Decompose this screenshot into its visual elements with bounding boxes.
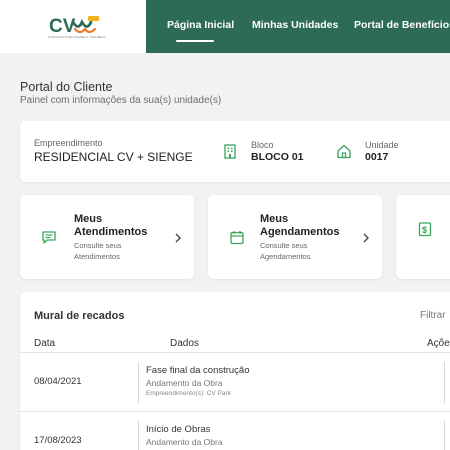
row-date: 08/04/2021 — [34, 376, 82, 387]
card-sub-line1: Consulte seus — [260, 241, 308, 250]
meus-agendamentos-card[interactable]: Meus Agendamentos Consulte seus Agendame… — [208, 195, 382, 279]
unit-info-card: Empreendimento RESIDENCIAL CV + SIENGE B… — [20, 121, 450, 182]
chevron-right-icon — [175, 233, 181, 243]
card-title-line2: Agendamentos — [260, 226, 340, 238]
row-divider — [138, 362, 139, 404]
meus-atendimentos-card[interactable]: Meus Atendimentos Consulte seus Atendime… — [20, 195, 194, 279]
nav-item-minhas-unidades[interactable]: Minhas Unidades — [252, 19, 338, 31]
row-subtitle: Andamento da Obra — [146, 378, 223, 388]
card-sub-line1: Consulte seus — [74, 241, 122, 250]
brand-tagline: CONSTRUTORA VERDE E AMARELO — [48, 35, 106, 39]
filter-button[interactable]: Filtrar — [420, 310, 446, 321]
header-divider — [20, 352, 450, 353]
svg-text:CV: CV — [49, 16, 76, 37]
home-icon — [337, 144, 351, 159]
chevron-right-icon — [363, 233, 369, 243]
chat-icon — [42, 231, 56, 244]
card-title-line1: Meus — [260, 213, 289, 225]
page-subtitle: Painel com informações da sua(s) unidade… — [20, 95, 222, 106]
main-nav: Página Inicial Minhas Unidades Portal de… — [146, 0, 450, 53]
card-title-line2: Atendimentos — [74, 226, 148, 238]
bloco-label: Bloco — [251, 140, 274, 150]
building-icon — [224, 144, 236, 159]
card-sub-line2: Atendimentos — [74, 252, 120, 261]
row-subtitle: Andamento da Obra — [146, 437, 223, 447]
mural-recados-card: Mural de recados Filtrar Data Dados Açõe… — [20, 292, 450, 450]
empreendimento-value: RESIDENCIAL CV + SIENGE — [34, 150, 193, 164]
mural-title: Mural de recados — [34, 310, 125, 322]
svg-text:$: $ — [422, 225, 427, 235]
logo[interactable]: CV CONSTRUTORA VERDE E AMARELO — [0, 0, 146, 53]
row-detail: Empreendimento(s): CV Park — [146, 390, 231, 397]
financial-card[interactable]: $ — [396, 195, 450, 279]
page-title: Portal do Cliente — [20, 80, 113, 94]
nav-active-indicator — [176, 40, 214, 42]
nav-item-portal-beneficios[interactable]: Portal de Benefícios — [354, 19, 450, 31]
row-actions[interactable] — [444, 362, 450, 404]
empreendimento-label: Empreendimento — [34, 138, 103, 148]
bloco-value: BLOCO 01 — [251, 151, 304, 163]
top-header: CV CONSTRUTORA VERDE E AMARELO Página In… — [0, 0, 450, 53]
unidade-value: 0017 — [365, 151, 389, 163]
nav-item-pagina-inicial[interactable]: Página Inicial — [167, 19, 234, 31]
row-date: 17/08/2023 — [34, 435, 82, 446]
row-separator — [20, 411, 450, 412]
calendar-icon — [230, 231, 244, 245]
row-title: Fase final da construção — [146, 365, 250, 376]
column-header-date[interactable]: Data — [34, 338, 55, 349]
card-sub-line2: Agendamentos — [260, 252, 311, 261]
card-title-line1: Meus — [74, 213, 103, 225]
row-divider — [138, 420, 139, 450]
row-actions[interactable] — [444, 420, 450, 450]
row-title: Início de Obras — [146, 424, 211, 435]
column-header-data[interactable]: Dados — [170, 338, 199, 349]
unidade-label: Unidade — [365, 140, 399, 150]
column-header-actions: Ações — [427, 338, 450, 349]
receipt-icon: $ — [418, 222, 432, 237]
